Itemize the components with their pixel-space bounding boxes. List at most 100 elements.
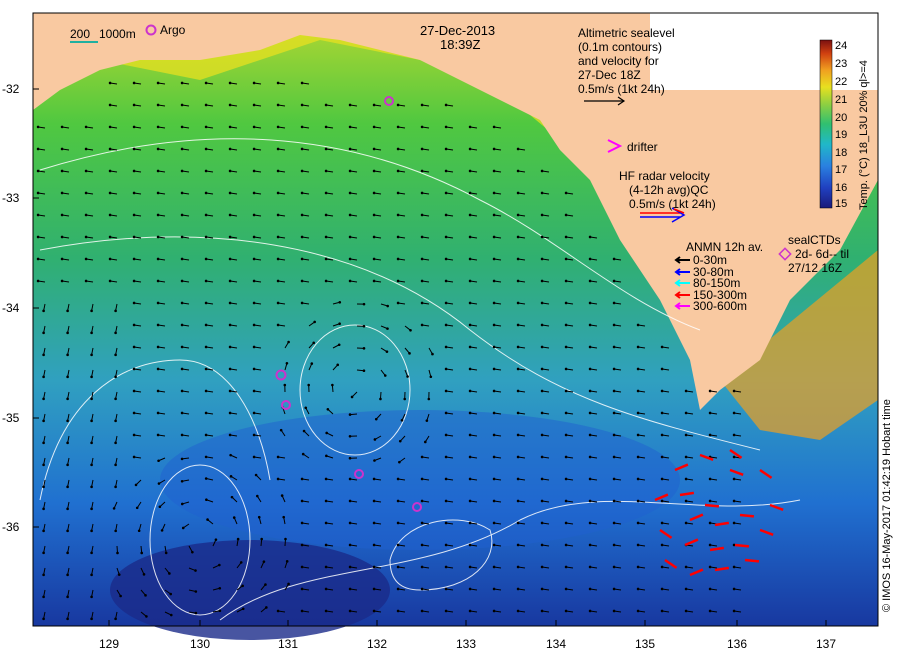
colorbar-tick: 24 bbox=[835, 40, 848, 52]
velocity-arrow-head bbox=[204, 103, 208, 107]
velocity-arrow-head bbox=[194, 590, 198, 593]
map-date: 27-Dec-2013 bbox=[420, 23, 496, 38]
velocity-arrow-head bbox=[180, 103, 184, 107]
velocity-arrow-head bbox=[276, 81, 280, 85]
velocity-arrow-head bbox=[325, 431, 328, 435]
velocity-arrow-head bbox=[516, 235, 520, 239]
velocity-arrow-head bbox=[60, 235, 64, 239]
velocity-arrow-head bbox=[372, 213, 376, 217]
velocity-arrow-head bbox=[180, 81, 184, 85]
velocity-arrow-head bbox=[156, 235, 160, 239]
velocity-arrow-head bbox=[132, 147, 136, 151]
velocity-arrow-head bbox=[540, 389, 544, 393]
velocity-arrow-head bbox=[444, 455, 448, 459]
velocity-arrow-head bbox=[684, 433, 688, 437]
velocity-arrow-head bbox=[300, 499, 304, 503]
velocity-arrow-head bbox=[540, 433, 544, 437]
colorbar-tick: 19 bbox=[835, 129, 848, 141]
velocity-arrow-head bbox=[285, 361, 289, 365]
velocity-arrow-head bbox=[108, 81, 112, 85]
velocity-arrow-head bbox=[132, 257, 136, 261]
velocity-arrow-head bbox=[396, 213, 400, 217]
velocity-arrow-head bbox=[42, 397, 45, 401]
velocity-arrow-head bbox=[60, 147, 64, 151]
velocity-arrow-head bbox=[42, 529, 45, 533]
velocity-arrow-head bbox=[564, 455, 568, 459]
velocity-arrow-head bbox=[468, 125, 472, 129]
velocity-arrow-head bbox=[732, 587, 736, 591]
velocity-arrow-head bbox=[420, 521, 424, 525]
velocity-arrow-head bbox=[348, 191, 352, 195]
velocity-arrow-head bbox=[468, 565, 472, 569]
velocity-arrow-head bbox=[708, 521, 712, 525]
velocity-arrow-head bbox=[372, 543, 376, 547]
lon-label: 132 bbox=[366, 637, 388, 651]
velocity-arrow-head bbox=[229, 453, 232, 457]
velocity-arrow-head bbox=[444, 565, 448, 569]
colorbar-tick: 18 bbox=[835, 147, 848, 159]
sst-map[interactable] bbox=[0, 0, 900, 660]
velocity-arrow-head bbox=[324, 169, 328, 173]
colorbar-tick: 17 bbox=[835, 164, 848, 176]
velocity-arrow-head bbox=[468, 257, 472, 261]
velocity-arrow-head bbox=[396, 543, 400, 547]
velocity-arrow-head bbox=[588, 235, 592, 239]
velocity-arrow-head bbox=[66, 331, 69, 335]
velocity-arrow-head bbox=[444, 543, 448, 547]
velocity-arrow-head bbox=[254, 473, 258, 477]
velocity-arrow-head bbox=[60, 213, 64, 217]
velocity-arrow-head bbox=[708, 565, 712, 569]
velocity-arrow-head bbox=[516, 477, 520, 481]
velocity-arrow-head bbox=[204, 279, 208, 283]
velocity-arrow-head bbox=[612, 367, 616, 371]
velocity-arrow-head bbox=[66, 375, 69, 379]
velocity-arrow-head bbox=[588, 345, 592, 349]
velocity-arrow-head bbox=[540, 587, 544, 591]
velocity-arrow-head bbox=[300, 125, 304, 129]
velocity-arrow-head bbox=[612, 455, 616, 459]
velocity-arrow-head bbox=[372, 499, 376, 503]
velocity-arrow-head bbox=[636, 433, 640, 437]
velocity-arrow-head bbox=[218, 609, 222, 613]
velocity-arrow-head bbox=[425, 419, 429, 422]
velocity-arrow-head bbox=[119, 594, 122, 598]
velocity-arrow-head bbox=[468, 345, 472, 349]
velocity-arrow-head bbox=[492, 389, 496, 393]
velocity-arrow-head bbox=[660, 609, 664, 613]
velocity-arrow-head bbox=[732, 433, 736, 437]
velocity-arrow-head bbox=[564, 301, 568, 305]
velocity-arrow-head bbox=[636, 389, 640, 393]
velocity-arrow-head bbox=[660, 367, 664, 371]
velocity-arrow-head bbox=[312, 341, 316, 345]
velocity-arrow-head bbox=[276, 213, 280, 217]
velocity-arrow-head bbox=[636, 543, 640, 547]
velocity-arrow-head bbox=[492, 433, 496, 437]
velocity-arrow-head bbox=[132, 323, 136, 327]
velocity-arrow-head bbox=[66, 507, 69, 511]
altimetry-line: 27-Dec 18Z bbox=[578, 68, 641, 82]
velocity-arrow-head bbox=[424, 440, 427, 444]
velocity-arrow-head bbox=[280, 494, 284, 497]
velocity-arrow-head bbox=[348, 169, 352, 173]
velocity-arrow-head bbox=[492, 257, 496, 261]
velocity-arrow-head bbox=[156, 389, 160, 393]
velocity-arrow-head bbox=[420, 279, 424, 283]
velocity-arrow-head bbox=[492, 301, 496, 305]
velocity-arrow-head bbox=[331, 383, 334, 387]
velocity-arrow-head bbox=[492, 499, 496, 503]
velocity-arrow-head bbox=[348, 565, 352, 569]
velocity-arrow-head bbox=[108, 103, 112, 107]
velocity-arrow-head bbox=[492, 565, 496, 569]
velocity-arrow-head bbox=[204, 169, 208, 173]
velocity-arrow-head bbox=[516, 191, 520, 195]
velocity-arrow-head bbox=[132, 103, 136, 107]
velocity-arrow-head bbox=[108, 169, 112, 173]
velocity-arrow-head bbox=[140, 551, 144, 555]
velocity-arrow-head bbox=[444, 213, 448, 217]
velocity-arrow-head bbox=[287, 340, 290, 344]
velocity-arrow-head bbox=[42, 551, 45, 555]
velocity-arrow-head bbox=[276, 169, 280, 173]
velocity-arrow-head bbox=[60, 191, 64, 195]
map-time: 18:39Z bbox=[440, 37, 481, 52]
velocity-arrow-head bbox=[252, 235, 256, 239]
